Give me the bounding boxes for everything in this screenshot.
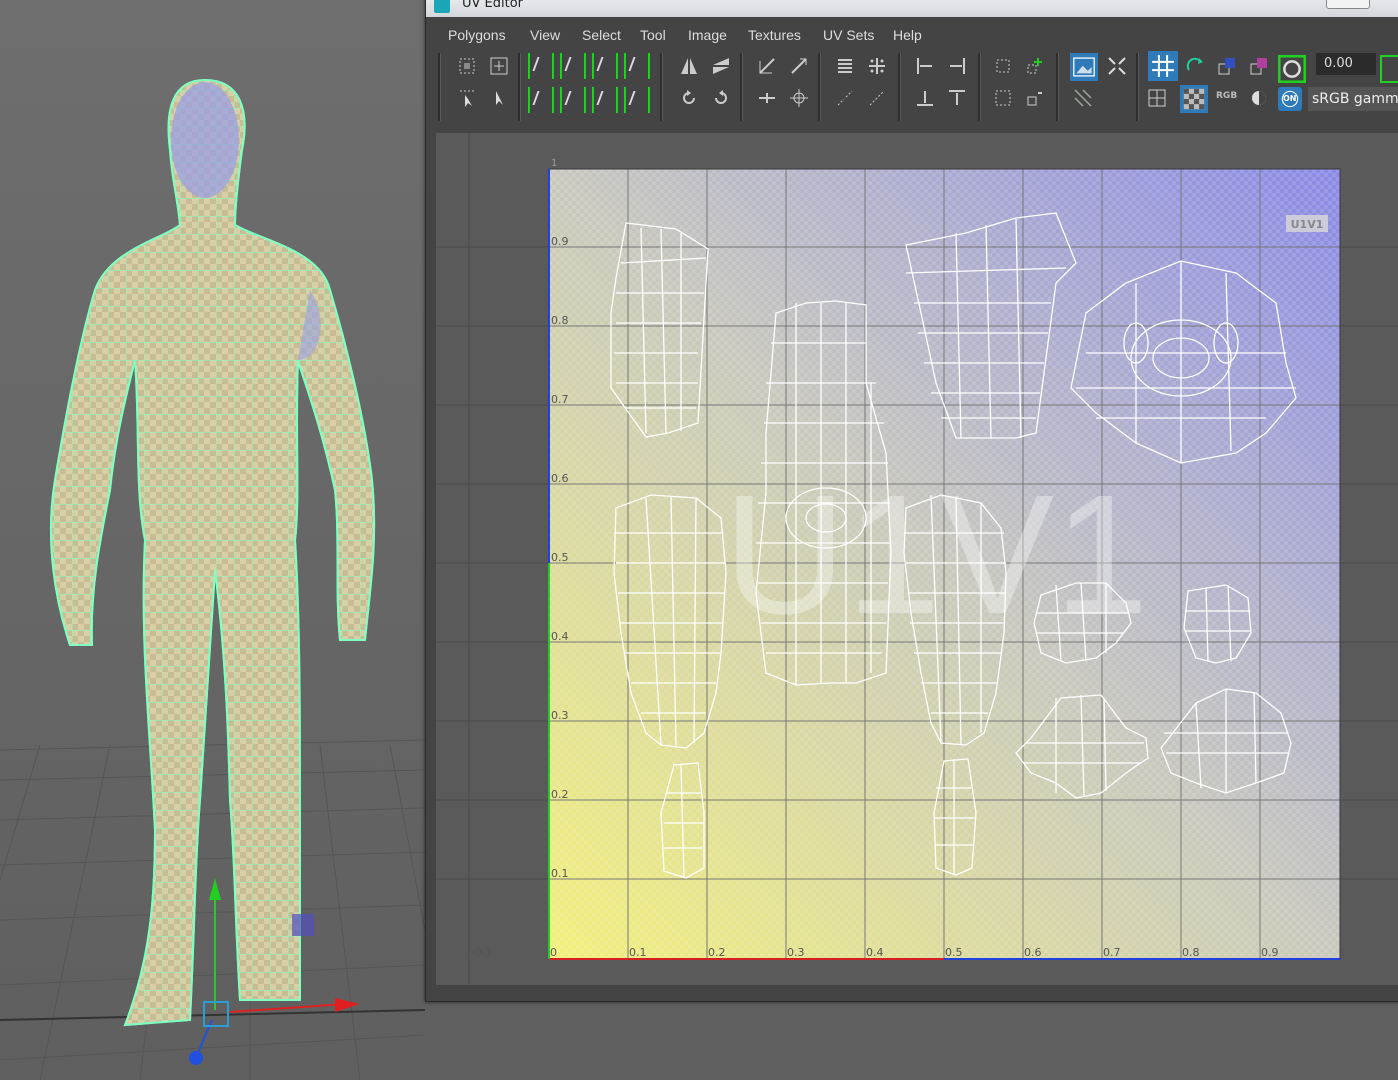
normalize-icon[interactable]: [992, 55, 1014, 77]
u-label: 0.1: [629, 946, 647, 959]
menu-view[interactable]: View: [530, 27, 560, 43]
tile-label: U1V1: [1291, 218, 1324, 231]
color-space-dropdown[interactable]: sRGB gamma: [1308, 87, 1398, 111]
v-label: 0.7: [551, 393, 569, 406]
toolbar-separator: [1136, 53, 1139, 121]
align-top-icon[interactable]: [946, 87, 968, 109]
align-right-icon[interactable]: [946, 55, 968, 77]
uv-grid-canvas[interactable]: U1V1 U1V1 1 0.9 0.8 0.7 0.6 0.5 0.4 0.3 …: [436, 133, 1398, 985]
uv-toolbar: RGB 0.00 ON sRGB gamma: [436, 47, 1398, 131]
unfold-tool-icon[interactable]: [592, 87, 618, 113]
u-label: 0: [550, 946, 557, 959]
toolbar-separator: [660, 53, 663, 121]
toolbar-separator: [438, 53, 441, 121]
u-label: 0.6: [1024, 946, 1042, 959]
menu-help[interactable]: Help: [893, 27, 922, 43]
menu-tool[interactable]: Tool: [640, 27, 666, 43]
v-corner-label: 1: [551, 158, 557, 169]
character-mesh[interactable]: [49, 78, 376, 1027]
add-shell-icon[interactable]: [1024, 55, 1046, 77]
menu-uv-sets[interactable]: UV Sets: [823, 27, 874, 43]
toolbar-separator: [1056, 53, 1059, 121]
gamma-icon[interactable]: [1380, 55, 1398, 83]
v-label: 0.1: [551, 867, 569, 880]
layout-tool-icon[interactable]: [624, 87, 650, 113]
v-label: 0.4: [551, 630, 569, 643]
u-label: 0.4: [866, 946, 884, 959]
v-label: 0.2: [551, 788, 569, 801]
scatter-icon[interactable]: [834, 87, 856, 109]
u-label: 0.2: [708, 946, 726, 959]
toolbar-separator: [740, 53, 743, 121]
texel-density-icon[interactable]: [1024, 87, 1046, 109]
menu-bar: Polygons View Select Tool Image Textures…: [436, 23, 1396, 47]
split-tool-icon[interactable]: [592, 53, 618, 79]
menu-textures[interactable]: Textures: [748, 27, 801, 43]
tweak-tool-icon[interactable]: [488, 87, 510, 109]
gather-icon[interactable]: [866, 87, 888, 109]
grid-icon[interactable]: [1148, 51, 1178, 81]
align-horizontal-icon[interactable]: [756, 87, 778, 109]
u-label: 0.5: [945, 946, 963, 959]
u-label: 0.7: [1103, 946, 1121, 959]
v-label: 0.5: [551, 551, 569, 564]
u-label: 0.3: [787, 946, 805, 959]
rotate-cw-icon[interactable]: [710, 87, 732, 109]
align-left-icon[interactable]: [914, 55, 936, 77]
color-space-icon[interactable]: [1248, 87, 1270, 109]
menu-image[interactable]: Image: [688, 27, 727, 43]
align-bottom-icon[interactable]: [914, 87, 936, 109]
v-label: 0.6: [551, 472, 569, 485]
menu-select[interactable]: Select: [582, 27, 621, 43]
grid-snap-icon[interactable]: [866, 55, 888, 77]
toolbar-separator: [898, 53, 901, 121]
rotate-ccw-icon[interactable]: [678, 87, 700, 109]
toolbar-separator: [518, 53, 521, 121]
display-rgba-icon[interactable]: [1248, 55, 1270, 77]
orient-shells-icon[interactable]: [992, 87, 1014, 109]
select-pointer-icon[interactable]: [456, 87, 478, 109]
u-label: 0.8: [1182, 946, 1200, 959]
uv-editor-window[interactable]: UV Editor Polygons View Select Tool Imag…: [425, 0, 1398, 1002]
maya-app-icon: [434, 0, 450, 13]
exposure-icon[interactable]: [1278, 55, 1306, 83]
toolbar-separator: [818, 53, 821, 121]
grid-display-icon[interactable]: [1146, 87, 1168, 109]
sew-tool-icon[interactable]: [560, 53, 586, 79]
uv-texture-space[interactable]: U1V1 U1V1 1 0.9 0.8 0.7 0.6 0.5 0.4 0.3 …: [436, 133, 1398, 985]
title-bar[interactable]: UV Editor: [426, 0, 1398, 17]
pixel-snap-icon[interactable]: [1184, 55, 1206, 77]
v-label: 0.9: [551, 235, 569, 248]
straighten-uv-icon[interactable]: [756, 55, 778, 77]
distribute-icon[interactable]: [834, 55, 856, 77]
select-border-icon[interactable]: [488, 55, 510, 77]
rgb-channel-toggle[interactable]: RGB: [1216, 91, 1237, 101]
dim-image-icon[interactable]: [1216, 55, 1238, 77]
texture-borders-icon[interactable]: [1072, 87, 1094, 109]
flip-v-icon[interactable]: [710, 55, 732, 77]
toolbar-separator: [978, 53, 981, 121]
u-label: 1: [1339, 946, 1346, 959]
exposure-value-field[interactable]: 0.00: [1316, 53, 1376, 75]
window-control-button[interactable]: [1326, 0, 1370, 9]
flip-u-icon[interactable]: [678, 55, 700, 77]
center-pivot-icon[interactable]: [788, 87, 810, 109]
v-label: 0.3: [551, 709, 569, 722]
shaded-uv-icon[interactable]: [1106, 55, 1128, 77]
uv-snapshot-icon[interactable]: [1070, 53, 1098, 81]
view-transform-on-label: ON: [1283, 94, 1297, 103]
merge-tool-icon[interactable]: [624, 53, 650, 79]
planar-map-icon[interactable]: [528, 87, 554, 113]
menu-polygons[interactable]: Polygons: [448, 27, 506, 43]
v-label: 0.8: [551, 314, 569, 327]
u-label: 0.9: [1261, 946, 1279, 959]
window-title: UV Editor: [462, 0, 524, 11]
select-shell-icon[interactable]: [456, 55, 478, 77]
u-label: -0.1: [471, 946, 492, 959]
floor-grid: [0, 739, 426, 1080]
cut-tool-icon[interactable]: [528, 53, 554, 79]
checker-icon[interactable]: [1180, 85, 1208, 113]
pin-tool-icon[interactable]: [560, 87, 586, 113]
stack-shells-icon[interactable]: [788, 55, 810, 77]
